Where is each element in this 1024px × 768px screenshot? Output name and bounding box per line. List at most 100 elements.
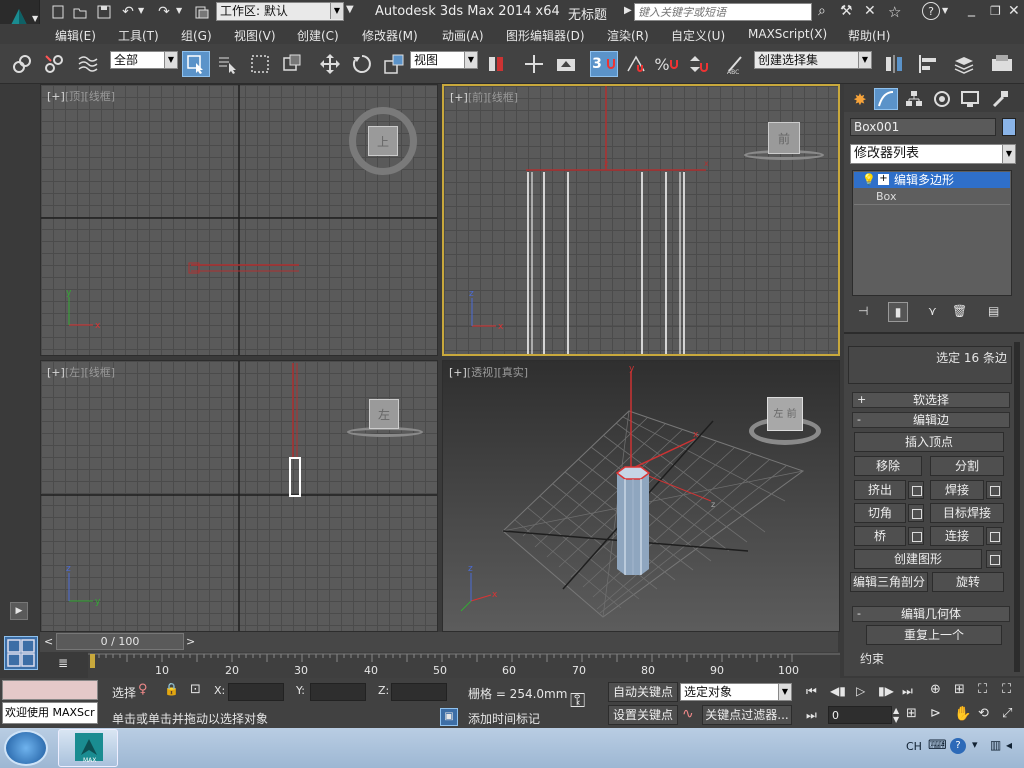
maximize-viewport-icon[interactable]: ⤢ bbox=[1002, 706, 1012, 721]
help-icon[interactable]: ? bbox=[922, 2, 940, 20]
weld-settings-button[interactable] bbox=[986, 481, 1002, 499]
viewcube-front[interactable]: 前 bbox=[744, 122, 824, 162]
menu-group[interactable]: 组(G) bbox=[181, 27, 212, 44]
show-end-result-icon[interactable]: ▮ bbox=[888, 302, 908, 322]
expand-toolbar-button[interactable]: ▶ bbox=[10, 602, 28, 620]
key-mode-dropdown[interactable]: 选定对象 ▼ bbox=[680, 683, 792, 701]
frame-spinner-icon[interactable]: ▲ ▼ bbox=[893, 706, 899, 724]
viewport-perspective[interactable]: [+][透视][真实] y x z x z 左 前 bbox=[442, 360, 840, 632]
rollout-edit-edges[interactable]: - 编辑边 bbox=[852, 412, 1010, 428]
time-slider[interactable]: < 0 / 100 > bbox=[40, 632, 838, 652]
set-key-button[interactable]: 设置关键点 bbox=[608, 705, 678, 725]
field-of-view-icon[interactable]: ⊳ bbox=[930, 706, 941, 721]
pan-view-icon[interactable]: ✋ bbox=[954, 706, 971, 722]
selection-lock-icon[interactable]: 🔒 bbox=[164, 682, 179, 696]
angle-snap-icon[interactable] bbox=[622, 51, 650, 77]
insert-vertex-button[interactable]: 插入顶点 bbox=[854, 432, 1004, 452]
viewcube-perspective[interactable]: 左 前 bbox=[749, 391, 821, 447]
search-expand-icon[interactable]: ▶ bbox=[624, 5, 632, 16]
key-filters-button[interactable]: 关键点过滤器... bbox=[702, 705, 792, 725]
save-file-icon[interactable] bbox=[96, 4, 112, 20]
connect-settings-button[interactable] bbox=[986, 527, 1002, 545]
rollout-soft-selection[interactable]: + 软选择 bbox=[852, 392, 1010, 408]
viewcube-left[interactable]: 左 bbox=[347, 397, 423, 437]
connect-button[interactable]: 连接 bbox=[930, 526, 984, 546]
key-mode-toggle-icon[interactable]: ⏭ bbox=[806, 708, 817, 723]
stack-item-box[interactable]: Box bbox=[854, 189, 1010, 205]
reference-coord-dropdown[interactable]: 视图 ▼ bbox=[410, 51, 478, 69]
expand-plus-icon[interactable]: + bbox=[878, 174, 889, 185]
weld-button[interactable]: 焊接 bbox=[930, 480, 984, 500]
light-bulb-icon[interactable]: 💡 bbox=[862, 172, 876, 188]
modify-tab-icon[interactable] bbox=[874, 88, 898, 110]
percent-snap-icon[interactable]: % bbox=[652, 51, 680, 77]
menu-tools[interactable]: 工具(T) bbox=[118, 27, 159, 44]
auto-key-button[interactable]: 自动关键点 bbox=[608, 682, 678, 702]
menu-help[interactable]: 帮助(H) bbox=[848, 27, 890, 44]
viewport-top[interactable]: [+][顶][线框] x y 上 bbox=[40, 84, 438, 356]
orbit-icon[interactable]: ⟲ bbox=[978, 706, 989, 721]
new-file-icon[interactable] bbox=[50, 4, 66, 20]
select-and-rotate-icon[interactable] bbox=[348, 51, 376, 77]
create-tab-icon[interactable]: ✸ bbox=[848, 88, 872, 110]
layer-manager-icon[interactable] bbox=[950, 51, 978, 77]
menu-modifiers[interactable]: 修改器(M) bbox=[362, 27, 418, 44]
zoom-extents-icon[interactable]: ⛶ bbox=[978, 682, 987, 697]
chamfer-button[interactable]: 切角 bbox=[854, 503, 906, 523]
next-frame-icon[interactable]: ▮▶ bbox=[878, 684, 894, 698]
menu-views[interactable]: 视图(V) bbox=[234, 27, 276, 44]
curve-editor-button[interactable]: ≣ bbox=[52, 656, 74, 674]
modifier-list-dropdown[interactable]: 修改器列表 ▼ bbox=[850, 144, 1016, 164]
open-file-icon[interactable] bbox=[72, 4, 88, 20]
communication-center-icon[interactable]: ✕ bbox=[864, 3, 876, 19]
z-coordinate-field[interactable] bbox=[391, 683, 447, 701]
time-slider-thumb[interactable]: 0 / 100 bbox=[56, 633, 184, 650]
align-icon[interactable] bbox=[914, 51, 942, 77]
track-bar[interactable]: 10 20 30 40 50 60 70 80 90 100 bbox=[88, 652, 840, 678]
edit-named-selection-icon[interactable]: ABC bbox=[722, 51, 750, 77]
motion-tab-icon[interactable] bbox=[930, 88, 954, 110]
menu-rendering[interactable]: 渲染(R) bbox=[607, 27, 649, 44]
isolate-selection-icon[interactable]: ♀ bbox=[138, 682, 148, 697]
viewport-label-top[interactable]: [+][顶][线框] bbox=[47, 88, 115, 104]
extrude-settings-button[interactable] bbox=[908, 481, 924, 499]
binoculars-icon[interactable]: ⌕ bbox=[818, 3, 826, 19]
remove-modifier-icon[interactable]: 🗑 bbox=[952, 304, 967, 318]
go-to-end-icon[interactable]: ⏭ bbox=[902, 684, 913, 699]
quick-access-menu-icon[interactable]: ▼ bbox=[346, 4, 354, 15]
extrude-button[interactable]: 挤出 bbox=[854, 480, 906, 500]
viewport-label-left[interactable]: [+][左][线框] bbox=[47, 364, 115, 380]
select-and-link-icon[interactable] bbox=[8, 51, 36, 77]
network-icon[interactable]: ▥ bbox=[990, 738, 1001, 752]
snaps-toggle-icon[interactable]: 3 bbox=[590, 51, 618, 77]
welcome-field[interactable]: 欢迎使用 MAXScr bbox=[2, 702, 98, 724]
menu-customize[interactable]: 自定义(U) bbox=[671, 27, 725, 44]
stack-item-edit-poly[interactable]: 💡 + 编辑多边形 bbox=[854, 172, 1010, 188]
tray-options-icon[interactable]: ▾ bbox=[972, 738, 978, 751]
select-by-name-icon[interactable] bbox=[214, 51, 242, 77]
named-selection-dropdown[interactable]: 创建选择集 ▼ bbox=[754, 51, 872, 69]
volume-icon[interactable]: ◂ bbox=[1006, 738, 1012, 752]
object-color-swatch[interactable] bbox=[1002, 118, 1016, 136]
unlink-icon[interactable] bbox=[40, 51, 68, 77]
absolute-mode-icon[interactable]: ⊡ bbox=[190, 682, 201, 697]
viewport-label-perspective[interactable]: [+][透视][真实] bbox=[449, 364, 528, 380]
subscription-icon[interactable]: ⚒ bbox=[840, 3, 853, 19]
key-filter-icon[interactable]: ∿ bbox=[682, 706, 694, 722]
set-key-icon[interactable]: ⚿ bbox=[570, 688, 585, 712]
bridge-settings-button[interactable] bbox=[908, 527, 924, 545]
mirror-icon[interactable] bbox=[880, 51, 908, 77]
previous-frame-icon[interactable]: ◀▮ bbox=[830, 684, 846, 698]
viewcube-top[interactable]: 上 bbox=[349, 107, 417, 175]
maxscript-listener-mini[interactable] bbox=[2, 680, 98, 700]
input-language-indicator[interactable]: CH bbox=[906, 740, 922, 753]
time-config-icon[interactable]: ⊞ bbox=[906, 706, 917, 721]
taskbar-3dsmax-button[interactable]: MAX bbox=[58, 729, 118, 767]
undo-icon[interactable]: ↶ bbox=[120, 4, 136, 20]
zoom-icon[interactable]: ⊕ bbox=[930, 682, 941, 697]
rollout-edit-geometry[interactable]: - 编辑几何体 bbox=[852, 606, 1010, 622]
go-to-start-icon[interactable]: ⏮ bbox=[806, 684, 817, 699]
search-input[interactable] bbox=[634, 3, 812, 21]
hierarchy-tab-icon[interactable] bbox=[902, 88, 926, 110]
restore-icon[interactable]: ❐ bbox=[990, 4, 1001, 18]
